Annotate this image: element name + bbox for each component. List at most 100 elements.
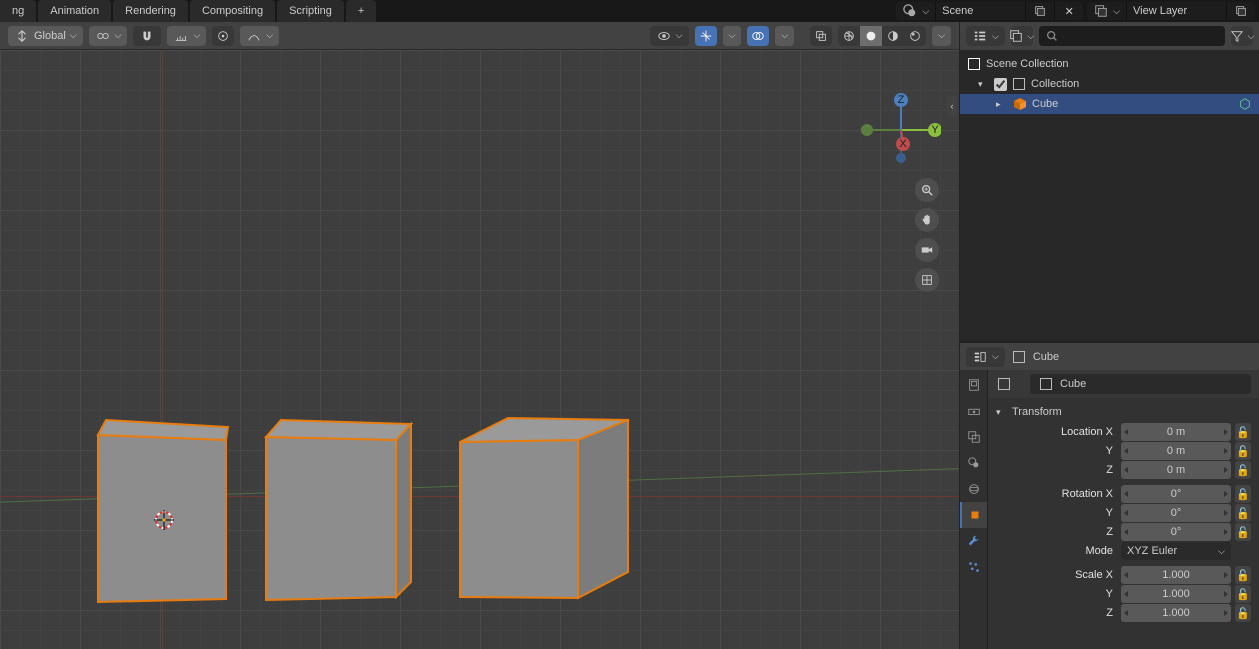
proportional-dropdown[interactable]: ⌵	[240, 26, 279, 46]
ptab-particles[interactable]	[960, 554, 987, 580]
lock-location-z[interactable]: 🔓	[1235, 461, 1251, 479]
particles-icon	[966, 559, 982, 575]
location-y-field[interactable]: 0 m	[1121, 442, 1231, 460]
tab-animation[interactable]: Animation	[38, 0, 111, 22]
lock-scale-y[interactable]: 🔓	[1235, 585, 1251, 603]
xray-icon	[813, 28, 829, 44]
lock-scale-x[interactable]: 🔓	[1235, 566, 1251, 584]
tab-add[interactable]: +	[346, 0, 376, 22]
expand-toggle[interactable]: ▾	[978, 79, 990, 90]
sidebar-toggle[interactable]: ‹	[947, 96, 957, 116]
search-input[interactable]	[1063, 30, 1219, 42]
outliner-tree: Scene Collection ▾ Collection ▸ Cube	[960, 50, 1259, 340]
layers-icon	[1009, 28, 1023, 44]
location-z-field[interactable]: 0 m	[1121, 461, 1231, 479]
outliner-display-mode[interactable]: ⌵	[966, 26, 1005, 46]
cube-object-3[interactable]	[448, 412, 648, 605]
tree-root[interactable]: Scene Collection	[960, 54, 1259, 74]
tree-item-cube[interactable]: ▸ Cube	[960, 94, 1259, 114]
location-x-label: Location X	[996, 426, 1117, 438]
scale-x-field[interactable]: 1.000	[1121, 566, 1231, 584]
nav-gizmo[interactable]: Y Z X	[861, 90, 941, 170]
ptab-modifiers[interactable]	[960, 528, 987, 554]
scene-name: Scene	[942, 5, 973, 17]
shading-wireframe[interactable]	[838, 26, 860, 46]
scale-y-field[interactable]: 1.000	[1121, 585, 1231, 603]
lock-location-x[interactable]: 🔓	[1235, 423, 1251, 441]
ptab-object[interactable]	[960, 502, 987, 528]
transform-panel-header[interactable]: ▾ Transform	[996, 402, 1251, 422]
orientation-dropdown[interactable]: Global ⌵	[8, 26, 83, 46]
copy-icon[interactable]	[1032, 3, 1048, 19]
scene-selector[interactable]: ⌵ Scene ✕	[896, 2, 1083, 20]
tree-collection[interactable]: ▾ Collection	[960, 74, 1259, 94]
list-icon	[972, 28, 988, 44]
overlays-dropdown[interactable]: ⌵	[775, 26, 794, 46]
outliner-search[interactable]	[1039, 26, 1225, 46]
outliner-filter[interactable]: ⌵	[1231, 26, 1253, 46]
outliner-mode2[interactable]: ⌵	[1011, 26, 1033, 46]
collection-checkbox[interactable]	[994, 78, 1007, 91]
snap-toggle[interactable]	[133, 26, 161, 46]
xray-toggle[interactable]	[810, 26, 832, 46]
proportional-icon	[215, 28, 231, 44]
shading-matprev[interactable]	[882, 26, 904, 46]
scene-icon	[966, 455, 982, 471]
tab-scripting[interactable]: Scripting	[277, 0, 344, 22]
proportional-toggle[interactable]	[212, 26, 234, 46]
shading-rendered[interactable]	[904, 26, 926, 46]
visibility-dropdown[interactable]: ⌵	[650, 26, 689, 46]
unlock-icon: 🔓	[1236, 464, 1250, 477]
nav-zoom[interactable]	[915, 178, 939, 202]
object-icon	[1038, 376, 1054, 392]
rotation-x-field[interactable]: 0°	[1121, 485, 1231, 503]
shading-solid[interactable]	[860, 26, 882, 46]
ptab-world[interactable]	[960, 476, 987, 502]
lock-scale-z[interactable]: 🔓	[1235, 604, 1251, 622]
layers-icon	[1093, 3, 1109, 19]
snap-dropdown[interactable]: ⌵	[167, 26, 206, 46]
rotation-mode-select[interactable]: XYZ Euler⌵	[1121, 542, 1231, 560]
3d-viewport[interactable]: Y Z X ‹	[0, 50, 959, 649]
mesh-data-icon[interactable]	[1237, 96, 1253, 112]
lock-rotation-x[interactable]: 🔓	[1235, 485, 1251, 503]
close-icon[interactable]: ✕	[1061, 3, 1077, 19]
nav-pan[interactable]	[915, 208, 939, 232]
pivot-dropdown[interactable]: ⌵	[89, 26, 128, 46]
lock-location-y[interactable]: 🔓	[1235, 442, 1251, 460]
object-icon	[967, 507, 983, 523]
overlays-toggle[interactable]	[747, 26, 769, 46]
cube-object-2[interactable]	[256, 412, 426, 605]
ptab-scene[interactable]	[960, 450, 987, 476]
lock-rotation-y[interactable]: 🔓	[1235, 504, 1251, 522]
output-icon	[966, 403, 982, 419]
rotation-z-field[interactable]: 0°	[1121, 523, 1231, 541]
lock-rotation-z[interactable]: 🔓	[1235, 523, 1251, 541]
props-icon	[972, 349, 988, 365]
expand-toggle[interactable]: ▸	[996, 99, 1008, 110]
nav-camera[interactable]	[915, 238, 939, 262]
scale-z-field[interactable]: 1.000	[1121, 604, 1231, 622]
props-mode[interactable]: ⌵	[966, 347, 1005, 367]
gizmo-dropdown[interactable]: ⌵	[723, 26, 742, 46]
location-x-field[interactable]: 0 m	[1121, 423, 1231, 441]
nav-perspective[interactable]	[915, 268, 939, 292]
copy-icon[interactable]	[1233, 3, 1249, 19]
orientation-icon	[14, 28, 30, 44]
shading-dropdown[interactable]: ⌵	[932, 26, 951, 46]
tab-rendering[interactable]: Rendering	[113, 0, 188, 22]
tab-ng[interactable]: ng	[0, 0, 36, 22]
ptab-viewlayer[interactable]	[960, 424, 987, 450]
rotation-y-field[interactable]: 0°	[1121, 504, 1231, 522]
tab-compositing[interactable]: Compositing	[190, 0, 275, 22]
unlock-icon: 🔓	[1236, 526, 1250, 539]
unlock-icon: 🔓	[1236, 588, 1250, 601]
shading-modes	[838, 26, 926, 46]
ptab-output[interactable]	[960, 398, 987, 424]
ptab-render[interactable]	[960, 372, 987, 398]
solid-icon	[863, 28, 879, 44]
falloff-icon	[246, 28, 262, 44]
props-breadcrumb: Cube	[988, 370, 1259, 398]
viewlayer-selector[interactable]: ⌵ View Layer	[1087, 2, 1255, 20]
gizmo-toggle[interactable]	[695, 26, 717, 46]
